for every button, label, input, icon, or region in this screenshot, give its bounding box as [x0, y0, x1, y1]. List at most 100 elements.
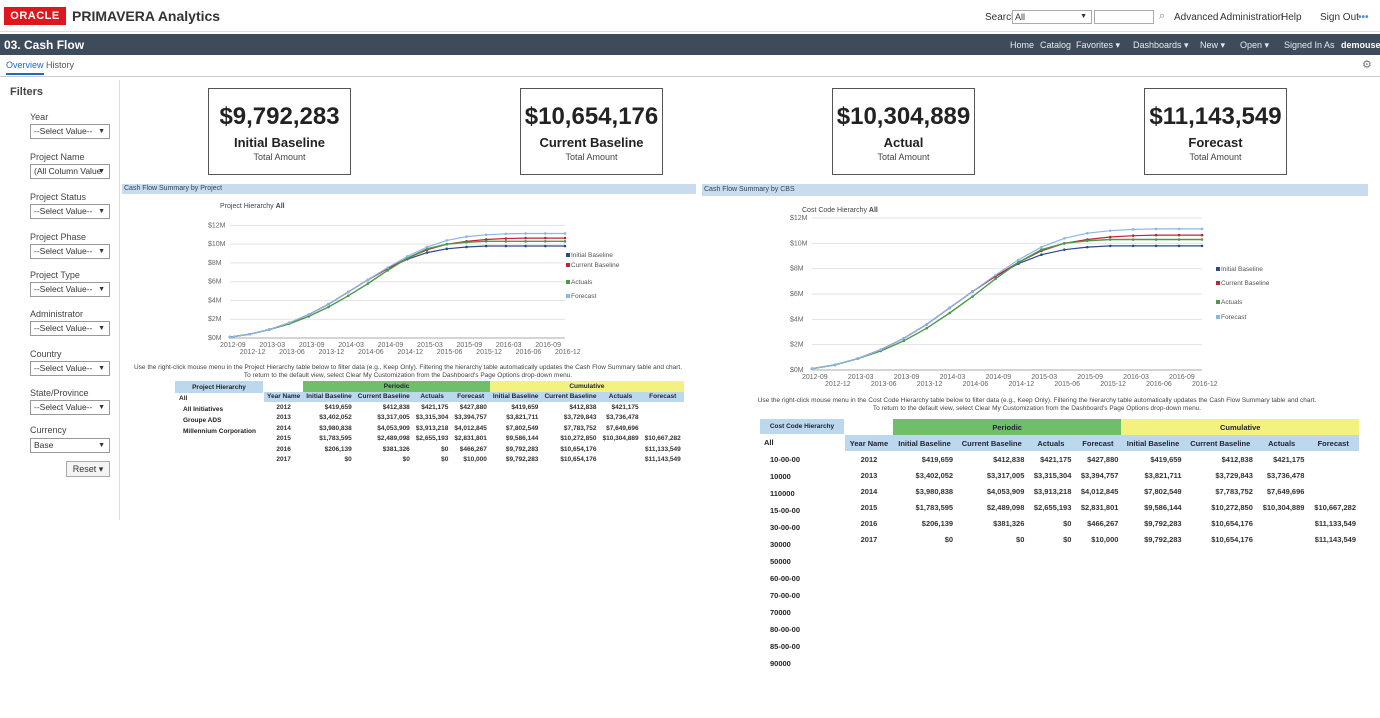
data-point[interactable] — [445, 247, 449, 251]
filter-country-select[interactable]: --Select Value-- ▼ — [30, 361, 110, 376]
data-point[interactable] — [1154, 244, 1158, 248]
data-point[interactable] — [1017, 258, 1020, 262]
data-point[interactable] — [1200, 233, 1204, 237]
column-header[interactable]: Actuals — [1255, 435, 1308, 451]
data-point[interactable] — [1085, 231, 1089, 235]
tab-overview[interactable]: Overview — [6, 60, 44, 75]
column-header[interactable]: Year Name — [264, 391, 304, 402]
advanced-link[interactable]: Advanced — [1174, 12, 1218, 23]
data-point[interactable] — [1108, 235, 1112, 239]
column-header[interactable]: Current Baseline — [541, 391, 600, 402]
filter-project-type-select[interactable]: --Select Value-- ▼ — [30, 282, 110, 297]
data-point[interactable] — [1131, 228, 1135, 231]
data-point[interactable] — [524, 236, 527, 240]
sign-out-link[interactable]: Sign Out — [1320, 12, 1359, 23]
data-point[interactable] — [1085, 245, 1089, 249]
series-line-initial-baseline[interactable] — [811, 245, 1202, 370]
data-point[interactable] — [287, 321, 291, 325]
data-point[interactable] — [1063, 242, 1066, 245]
hierarchy-row[interactable]: 90000 — [760, 655, 844, 672]
hierarchy-row[interactable]: All Initiatives — [175, 404, 263, 415]
data-point[interactable] — [925, 323, 929, 326]
data-point[interactable] — [543, 240, 547, 243]
data-point[interactable] — [366, 282, 370, 285]
data-point[interactable] — [948, 306, 951, 310]
data-point[interactable] — [346, 294, 350, 298]
data-point[interactable] — [1177, 244, 1181, 248]
column-header[interactable]: Actuals — [1027, 435, 1075, 451]
nav-new[interactable]: New ▾ — [1200, 40, 1225, 51]
data-point[interactable] — [833, 363, 837, 367]
data-point[interactable] — [1177, 233, 1181, 237]
data-point[interactable] — [856, 357, 860, 360]
series-line-current-baseline[interactable] — [811, 234, 1202, 370]
data-point[interactable] — [465, 245, 468, 249]
hierarchy-row[interactable]: Groupe ADS — [175, 415, 263, 426]
filter-currency-select[interactable]: Base ▼ — [30, 438, 110, 453]
data-point[interactable] — [1131, 244, 1135, 248]
data-point[interactable] — [948, 311, 951, 315]
hierarchy-row[interactable]: 80-00-00 — [760, 621, 844, 638]
administration-link[interactable]: Administration — [1220, 12, 1283, 23]
nav-dashboards[interactable]: Dashboards ▾ — [1133, 40, 1189, 51]
data-point[interactable] — [1200, 238, 1204, 241]
data-point[interactable] — [1154, 238, 1158, 241]
nav-favorites[interactable]: Favorites ▾ — [1076, 40, 1120, 51]
data-point[interactable] — [484, 233, 488, 237]
data-point[interactable] — [1154, 233, 1158, 237]
search-scope-select[interactable]: All ▼ — [1012, 10, 1092, 24]
data-point[interactable] — [563, 240, 567, 243]
column-header[interactable]: Initial Baseline — [489, 391, 542, 402]
data-point[interactable] — [1085, 239, 1089, 243]
help-link[interactable]: Help — [1281, 12, 1302, 23]
data-point[interactable] — [248, 332, 252, 336]
column-header[interactable]: Initial Baseline — [303, 391, 355, 402]
filter-state-select[interactable]: --Select Value-- ▼ — [30, 400, 110, 415]
column-header[interactable]: Current Baseline — [956, 435, 1028, 451]
column-header[interactable]: Current Baseline — [354, 391, 413, 402]
hierarchy-row[interactable]: 10000 — [760, 468, 844, 485]
data-point[interactable] — [994, 277, 997, 281]
hierarchy-row[interactable]: 85-00-00 — [760, 638, 844, 655]
column-header[interactable]: Forecast — [641, 391, 684, 402]
nav-home[interactable]: Home — [1010, 40, 1034, 50]
data-point[interactable] — [524, 244, 527, 248]
series-line-current-baseline[interactable] — [229, 237, 565, 338]
data-point[interactable] — [902, 337, 906, 340]
data-point[interactable] — [346, 290, 350, 294]
data-point[interactable] — [543, 236, 547, 240]
hierarchy-row[interactable]: 70000 — [760, 604, 844, 621]
nav-catalog[interactable]: Catalog — [1040, 40, 1071, 50]
data-point[interactable] — [386, 266, 389, 269]
data-point[interactable] — [971, 290, 974, 293]
data-point[interactable] — [994, 273, 997, 277]
data-point[interactable] — [1131, 238, 1135, 241]
data-point[interactable] — [1063, 248, 1066, 251]
data-point[interactable] — [504, 237, 508, 240]
hierarchy-row[interactable]: All — [175, 393, 263, 404]
data-point[interactable] — [1108, 238, 1112, 241]
data-point[interactable] — [465, 240, 468, 244]
data-point[interactable] — [268, 328, 271, 331]
data-point[interactable] — [386, 269, 389, 272]
search-input[interactable] — [1094, 10, 1154, 24]
page-options-gear-icon[interactable]: ⚙ — [1362, 58, 1372, 71]
data-point[interactable] — [563, 236, 567, 240]
data-point[interactable] — [1040, 245, 1043, 249]
column-header[interactable]: Actuals — [412, 391, 452, 402]
data-point[interactable] — [1108, 229, 1112, 232]
series-line-forecast[interactable] — [811, 228, 1202, 370]
hierarchy-row[interactable]: 70-00-00 — [760, 587, 844, 604]
data-point[interactable] — [524, 240, 527, 243]
hierarchy-row[interactable]: 30000 — [760, 536, 844, 553]
column-header[interactable]: Initial Baseline — [1121, 435, 1185, 451]
hierarchy-row[interactable]: 110000 — [760, 485, 844, 502]
tab-history[interactable]: History — [46, 60, 74, 70]
filter-project-status-select[interactable]: --Select Value-- ▼ — [30, 204, 110, 219]
search-icon[interactable]: ⌕ — [1159, 10, 1165, 23]
column-header[interactable]: Year Name — [845, 435, 893, 451]
data-point[interactable] — [504, 244, 508, 248]
data-point[interactable] — [1040, 253, 1043, 257]
data-point[interactable] — [406, 255, 409, 258]
hierarchy-row[interactable]: 10-00-00 — [760, 451, 844, 468]
